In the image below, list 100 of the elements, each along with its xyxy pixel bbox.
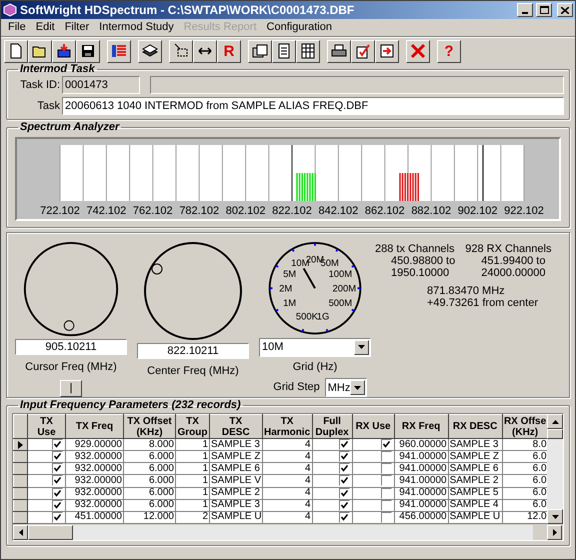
row-header[interactable] — [14, 450, 28, 463]
info-text: 288 tx Channels — [375, 243, 456, 255]
checkbox[interactable] — [338, 451, 350, 462]
row-header[interactable] — [14, 474, 28, 488]
column-header[interactable]: TX Group — [176, 414, 210, 438]
checkbox[interactable] — [380, 439, 392, 450]
table-cell: SAMPLE 2 — [210, 487, 262, 500]
column-header[interactable]: TX Harmonic — [262, 414, 312, 438]
table-cell: 6.000 — [124, 462, 176, 475]
grid-step-dropdown[interactable]: MHz — [324, 378, 367, 397]
menu-item[interactable]: Filter — [60, 21, 94, 34]
toolbar-button[interactable] — [107, 40, 131, 62]
column-header[interactable]: RX Offse (KHz) — [502, 414, 548, 438]
table-cell: 4 — [262, 511, 312, 524]
tray-icon — [56, 43, 72, 59]
column-header[interactable]: TX DESC — [210, 414, 262, 438]
column-header[interactable]: RX DESC — [448, 414, 502, 438]
row-header[interactable] — [14, 511, 28, 524]
checkbox[interactable] — [338, 512, 350, 523]
toolbar-button[interactable] — [193, 40, 217, 62]
close-button[interactable] — [557, 3, 573, 17]
checkbox[interactable] — [338, 488, 350, 499]
column-header[interactable]: RX Freq — [394, 414, 448, 438]
toolbar-button[interactable] — [406, 40, 430, 62]
checkbox[interactable] — [52, 488, 63, 499]
toolbar-button[interactable] — [351, 40, 375, 62]
checkbox[interactable] — [52, 500, 63, 511]
column-header[interactable]: TX Use — [28, 414, 66, 438]
checkbox[interactable] — [338, 463, 350, 474]
toolbar-button[interactable] — [327, 40, 351, 62]
app-cube-icon — [3, 3, 17, 17]
list-icon — [111, 43, 127, 59]
caret-icon — [354, 386, 362, 390]
vertical-scrollbar[interactable] — [547, 414, 563, 524]
caret-icon — [358, 345, 365, 349]
toolbar-button[interactable] — [296, 40, 320, 62]
toolbar-button[interactable] — [375, 40, 399, 62]
menu-item[interactable]: File — [3, 21, 31, 34]
checkbox[interactable] — [52, 439, 63, 450]
field-label: Grid Step — [273, 380, 320, 396]
horizontal-scrollbar[interactable] — [13, 525, 533, 540]
checkbox[interactable] — [380, 512, 392, 523]
dropdown-arrow-button[interactable] — [354, 340, 369, 354]
checkbox[interactable] — [52, 475, 63, 486]
row-header[interactable] — [14, 487, 28, 500]
table-cell: 4 — [262, 462, 312, 475]
checkbox[interactable] — [52, 463, 63, 474]
dropdown-arrow-button[interactable] — [350, 380, 365, 395]
knob-drawing[interactable] — [143, 241, 243, 341]
task-id-field: 0001473 — [62, 76, 140, 94]
column-header[interactable]: TX Offset (KHz) — [124, 414, 176, 438]
toolbar-button[interactable] — [272, 40, 296, 62]
column-header[interactable]: RX Use — [352, 414, 394, 438]
center-freq-field[interactable]: 822.10211 — [137, 343, 249, 359]
right-arrow-icon — [552, 529, 556, 536]
menu-item[interactable]: Edit — [30, 21, 60, 34]
cursor-button[interactable]: | — [60, 380, 82, 397]
toolbar-button[interactable] — [248, 40, 272, 62]
scroll-thumb[interactable] — [547, 429, 563, 439]
toolbar-button[interactable] — [76, 40, 100, 62]
checkbox[interactable] — [338, 500, 350, 511]
column-header[interactable]: Full Duplex — [312, 414, 352, 438]
table-cell: 932.00000 — [66, 450, 124, 463]
checkbox[interactable] — [380, 475, 392, 486]
table-cell: 941.00000 — [394, 474, 448, 488]
column-header[interactable]: TX Freq — [66, 414, 124, 438]
grid-dropdown[interactable]: 10M — [259, 338, 371, 356]
toolbar-button[interactable] — [4, 40, 28, 62]
row-header[interactable] — [14, 499, 28, 512]
toolbar-button[interactable] — [169, 40, 193, 62]
checkbox[interactable] — [380, 500, 392, 511]
knob-drawing[interactable] — [21, 241, 121, 338]
table-cell: 932.00000 — [66, 499, 124, 512]
checkbox[interactable] — [380, 451, 392, 462]
blank-page-icon — [8, 43, 24, 59]
cursor-freq-field[interactable]: 905.10211 — [15, 339, 127, 356]
row-header[interactable] — [14, 462, 28, 475]
toolbar-button[interactable] — [52, 40, 76, 62]
row-header[interactable] — [14, 438, 28, 451]
task-field[interactable]: 20060613 1040 INTERMOD from SAMPLE ALIAS FREQ.DBF — [62, 97, 564, 115]
scroll-right-button[interactable] — [547, 525, 562, 540]
minimize-button[interactable] — [517, 3, 533, 17]
toolbar-button[interactable] — [28, 40, 52, 62]
scroll-thumb[interactable] — [28, 525, 73, 540]
menu-item[interactable]: Intermod Study — [94, 21, 179, 34]
table-cell: SAMPLE 3 — [210, 499, 262, 512]
checkbox[interactable] — [380, 463, 392, 474]
table-cell: SAMPLE 6 — [210, 462, 262, 475]
checkbox[interactable] — [380, 488, 392, 499]
checkbox[interactable] — [338, 475, 350, 486]
menu-item[interactable]: Configuration — [262, 21, 337, 34]
field-label: Task ID: — [19, 78, 60, 93]
checkbox[interactable] — [338, 439, 350, 450]
toolbar-button[interactable] — [138, 40, 162, 62]
window-title: SoftWright HDSpectrum - C:\SWTAP\WORK\C0001473.DBF — [20, 3, 356, 17]
checkbox[interactable] — [52, 451, 63, 462]
table-cell: 4 — [262, 450, 312, 463]
maximize-button[interactable] — [536, 3, 552, 17]
checkbox[interactable] — [52, 512, 63, 523]
info-text: 24000.00000 — [480, 267, 546, 279]
